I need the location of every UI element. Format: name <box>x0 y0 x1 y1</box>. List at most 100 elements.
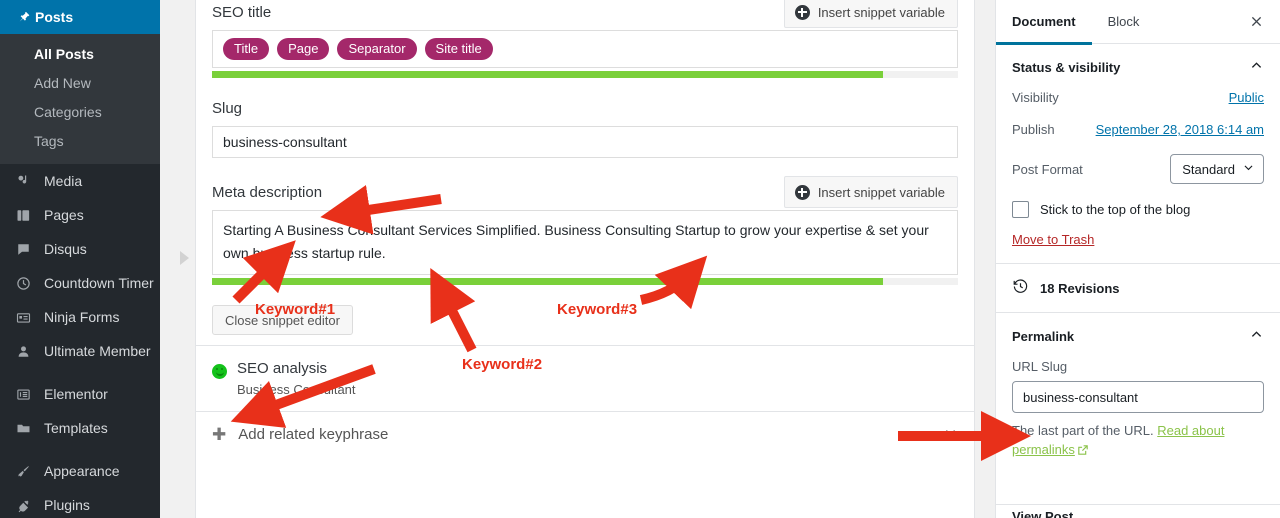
sidebar-item-plugins[interactable]: Plugins <box>0 488 160 518</box>
sidebar-item-countdown-timer[interactable]: Countdown Timer <box>0 266 160 300</box>
url-slug-input[interactable]: business-consultant <box>1012 381 1264 413</box>
sidebar-item-elementor[interactable]: Elementor <box>0 377 160 411</box>
publish-label: Publish <box>1012 122 1055 137</box>
sidebar-subitem-tags[interactable]: Tags <box>0 127 160 156</box>
sidebar-item-label: Elementor <box>44 386 108 402</box>
publish-date-link[interactable]: September 28, 2018 6:14 am <box>1096 122 1264 137</box>
seo-title-field: SEO title Insert snippet variable Title … <box>212 0 958 78</box>
insert-snippet-variable-button-title[interactable]: Insert snippet variable <box>783 0 958 28</box>
meta-description-value: Starting A Business Consultant Services … <box>223 222 929 261</box>
external-link-icon <box>1077 442 1089 461</box>
publish-row: Publish September 28, 2018 6:14 am <box>1012 122 1264 137</box>
sticky-post-row[interactable]: Stick to the top of the blog <box>1012 201 1264 218</box>
chevron-down-icon <box>1242 161 1255 177</box>
snippet-pill-page[interactable]: Page <box>277 38 330 60</box>
snippet-editor-body: SEO title Insert snippet variable Title … <box>196 0 974 345</box>
tab-block-label: Block <box>1107 14 1140 29</box>
meta-description-textarea[interactable]: Starting A Business Consultant Services … <box>212 210 958 275</box>
admin-menu-group-3: Appearance Plugins <box>0 454 160 518</box>
sidebar-item-appearance[interactable]: Appearance <box>0 454 160 488</box>
sidebar-item-templates[interactable]: Templates <box>0 411 160 445</box>
meta-description-progress-bar <box>212 278 958 285</box>
tab-block[interactable]: Block <box>1092 0 1156 44</box>
sidebar-item-label: Ninja Forms <box>44 309 120 325</box>
meta-description-field: Meta description Insert snippet variable… <box>212 176 958 285</box>
user-icon <box>11 341 35 361</box>
snippet-pill-site-title[interactable]: Site title <box>424 38 493 60</box>
sticky-post-label: Stick to the top of the blog <box>1040 202 1191 217</box>
seo-title-input[interactable]: Title Page Separator Site title <box>212 30 958 68</box>
post-format-row: Post Format Standard <box>1012 154 1264 184</box>
revisions-row[interactable]: 18 Revisions <box>996 264 1280 313</box>
seo-analysis-section[interactable]: SEO analysis Business Consultant <box>196 346 974 411</box>
view-post-panel-cutoff[interactable]: View Post <box>996 504 1280 518</box>
close-snippet-editor-label: Close snippet editor <box>225 312 340 328</box>
sidebar-item-ninja-forms[interactable]: Ninja Forms <box>0 300 160 334</box>
document-settings-sidebar: Document Block Status & visibility Visib… <box>995 0 1280 518</box>
status-visibility-header[interactable]: Status & visibility <box>1012 58 1264 76</box>
slug-field: Slug business-consultant <box>212 100 958 158</box>
url-slug-value: business-consultant <box>1023 389 1138 405</box>
status-visibility-panel: Status & visibility Visibility Public Pu… <box>996 44 1280 264</box>
sidebar-item-ultimate-member[interactable]: Ultimate Member <box>0 334 160 368</box>
insert-snippet-variable-label: Insert snippet variable <box>817 184 945 200</box>
pin-icon <box>11 10 35 25</box>
admin-menu-group-2: Elementor Templates <box>0 377 160 445</box>
admin-menu-group-1: Media Pages Disqus Countdown Timer Ninja… <box>0 164 160 368</box>
move-to-trash-row: Move to Trash <box>1012 232 1264 247</box>
seo-title-progress-bar <box>212 71 958 78</box>
view-post-label: View Post <box>1012 509 1074 518</box>
revisions-icon <box>1012 278 1029 298</box>
sidebar-subitem-all-posts[interactable]: All Posts <box>0 40 160 69</box>
sidebar-item-disqus[interactable]: Disqus <box>0 232 160 266</box>
close-icon[interactable] <box>1238 4 1274 40</box>
close-snippet-editor-button[interactable]: Close snippet editor <box>212 305 353 335</box>
sidebar-item-label: Posts <box>35 9 74 25</box>
snippet-pill-separator[interactable]: Separator <box>337 38 417 60</box>
url-slug-label: URL Slug <box>1012 359 1068 374</box>
chevron-up-icon[interactable] <box>1249 327 1264 345</box>
snippet-pill-title[interactable]: Title <box>223 38 270 60</box>
sidebar-item-label: Plugins <box>44 497 90 513</box>
add-related-keyphrase-row[interactable]: ✚ Add related keyphrase <box>196 411 974 457</box>
collapse-arrow-icon[interactable] <box>180 251 189 265</box>
chevron-down-icon[interactable] <box>943 425 958 444</box>
sidebar-item-posts[interactable]: Posts <box>0 0 160 34</box>
sidebar-item-pages[interactable]: Pages <box>0 198 160 232</box>
insert-snippet-variable-button-meta[interactable]: Insert snippet variable <box>783 176 958 208</box>
visibility-value-link[interactable]: Public <box>1229 90 1264 105</box>
tab-document-label: Document <box>1012 14 1076 29</box>
sidebar-item-label: Pages <box>44 207 84 223</box>
tab-document[interactable]: Document <box>996 0 1092 45</box>
sticky-post-checkbox[interactable] <box>1012 201 1029 218</box>
post-format-value: Standard <box>1182 161 1235 177</box>
plug-icon <box>11 495 35 515</box>
sidebar-subitem-add-new[interactable]: Add New <box>0 69 160 98</box>
brush-icon <box>11 461 35 481</box>
slug-input[interactable]: business-consultant <box>212 126 958 158</box>
wp-admin-sidebar: Posts All Posts Add New Categories Tags … <box>0 0 160 518</box>
posts-submenu: All Posts Add New Categories Tags <box>0 34 160 164</box>
sidebar-item-label: Media <box>44 173 83 189</box>
slug-value: business-consultant <box>223 134 347 150</box>
sidebar-subitem-categories[interactable]: Categories <box>0 98 160 127</box>
editor-main-area: SEO title Insert snippet variable Title … <box>160 0 995 518</box>
sidebar-item-media[interactable]: Media <box>0 164 160 198</box>
sidebar-item-label: Ultimate Member <box>44 343 151 359</box>
post-format-select[interactable]: Standard <box>1170 154 1264 184</box>
pages-icon <box>11 205 35 225</box>
slug-label: Slug <box>212 100 243 117</box>
plus-icon: ✚ <box>212 425 227 444</box>
visibility-label: Visibility <box>1012 90 1059 105</box>
insert-snippet-variable-label: Insert snippet variable <box>817 4 945 20</box>
sidebar-item-label: Templates <box>44 420 108 436</box>
revisions-label: 18 Revisions <box>1040 280 1120 296</box>
move-to-trash-link[interactable]: Move to Trash <box>1012 232 1094 247</box>
permalink-panel: Permalink URL Slug business-consultant T… <box>996 313 1280 477</box>
chevron-up-icon[interactable] <box>1249 58 1264 76</box>
permalink-header[interactable]: Permalink <box>1012 327 1264 345</box>
menu-separator-1 <box>0 368 160 377</box>
post-format-label: Post Format <box>1012 161 1083 177</box>
sidebar-item-label: Appearance <box>44 463 120 479</box>
plus-circle-icon <box>794 184 810 200</box>
